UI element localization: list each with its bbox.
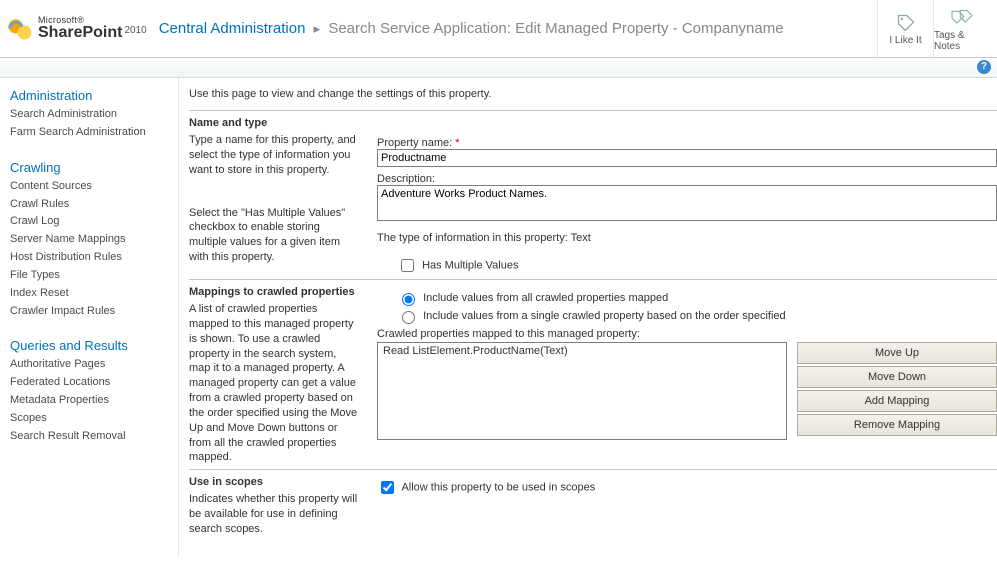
nav-link-content-sources[interactable]: Content Sources — [10, 179, 170, 194]
tags-icon — [949, 8, 975, 28]
nav-link-metadata-properties[interactable]: Metadata Properties — [10, 393, 170, 408]
nav-link-search-result-removal[interactable]: Search Result Removal — [10, 429, 170, 444]
required-indicator: * — [455, 137, 459, 149]
breadcrumb-root-link[interactable]: Central Administration — [159, 20, 306, 37]
product-logo: Microsoft® SharePoint2010 — [6, 15, 147, 43]
crawled-list-label: Crawled properties mapped to this manage… — [377, 328, 997, 340]
form-body: Use this page to view and change the set… — [178, 78, 997, 557]
nav-link-crawler-impact-rules[interactable]: Crawler Impact Rules — [10, 304, 170, 319]
nav-link-file-types[interactable]: File Types — [10, 268, 170, 283]
content-top-bar: ? — [0, 58, 997, 78]
nav-section-crawling[interactable]: Crawling — [10, 160, 170, 175]
scopes-heading: Use in scopes — [189, 476, 359, 488]
description-input[interactable] — [377, 185, 997, 221]
type-info-line: The type of information in this property… — [377, 232, 997, 244]
ribbon-header: Microsoft® SharePoint2010 Central Admini… — [0, 0, 997, 58]
move-up-button[interactable]: Move Up — [797, 342, 997, 364]
nav-link-crawl-log[interactable]: Crawl Log — [10, 214, 170, 229]
nav-link-authoritative-pages[interactable]: Authoritative Pages — [10, 357, 170, 372]
section-scopes: Use in scopes Indicates whether this pro… — [189, 469, 997, 537]
name-type-desc1: Type a name for this property, and selec… — [189, 133, 359, 178]
sharepoint-icon — [6, 15, 34, 43]
radio-include-all-label: Include values from all crawled properti… — [423, 292, 668, 304]
product-year: 2010 — [124, 25, 146, 36]
has-multiple-values-label: Has Multiple Values — [422, 259, 518, 271]
section-name-type: Name and type Type a name for this prope… — [189, 110, 997, 275]
like-label: I Like It — [889, 35, 921, 46]
allow-scopes-checkbox[interactable] — [381, 481, 394, 494]
nav-link-index-reset[interactable]: Index Reset — [10, 286, 170, 301]
nav-link-crawl-rules[interactable]: Crawl Rules — [10, 197, 170, 212]
remove-mapping-button[interactable]: Remove Mapping — [797, 414, 997, 436]
breadcrumb-sep-icon: ▸ — [314, 21, 321, 36]
radio-include-single-label: Include values from a single crawled pro… — [423, 310, 786, 322]
breadcrumb-current: Search Service Application: Edit Managed… — [328, 20, 783, 37]
mappings-heading: Mappings to crawled properties — [189, 286, 359, 298]
crawled-properties-listbox[interactable]: Read ListElement.ProductName(Text) — [377, 342, 787, 440]
section-mappings: Mappings to crawled properties A list of… — [189, 279, 997, 465]
allow-scopes-label: Allow this property to be used in scopes — [401, 482, 595, 494]
product-name: SharePoint — [38, 24, 122, 41]
mappings-desc: A list of crawled properties mapped to t… — [189, 302, 359, 465]
nav-link-scopes[interactable]: Scopes — [10, 411, 170, 426]
nav-link-host-distribution-rules[interactable]: Host Distribution Rules — [10, 250, 170, 265]
name-type-desc2: Select the "Has Multiple Values" checkbo… — [189, 206, 359, 265]
nav-section-administration[interactable]: Administration — [10, 88, 170, 103]
add-mapping-button[interactable]: Add Mapping — [797, 390, 997, 412]
tags-notes-button[interactable]: Tags & Notes — [933, 0, 989, 57]
nav-link-server-name-mappings[interactable]: Server Name Mappings — [10, 232, 170, 247]
list-item[interactable]: Read ListElement.ProductName(Text) — [382, 345, 782, 357]
breadcrumb: Central Administration ▸ Search Service … — [159, 20, 784, 37]
move-down-button[interactable]: Move Down — [797, 366, 997, 388]
left-nav: Administration Search Administration Far… — [0, 78, 178, 557]
name-type-heading: Name and type — [189, 117, 359, 129]
property-name-label: Property name: — [377, 137, 452, 149]
nav-link-search-administration[interactable]: Search Administration — [10, 107, 170, 122]
has-multiple-values-checkbox[interactable] — [401, 259, 414, 272]
nav-link-farm-search-administration[interactable]: Farm Search Administration — [10, 125, 170, 140]
tag-icon — [895, 13, 917, 33]
help-icon[interactable]: ? — [977, 60, 991, 74]
scopes-desc: Indicates whether this property will be … — [189, 492, 359, 537]
tags-notes-label: Tags & Notes — [934, 30, 989, 52]
nav-link-federated-locations[interactable]: Federated Locations — [10, 375, 170, 390]
like-button[interactable]: I Like It — [877, 0, 933, 57]
description-label: Description: — [377, 173, 435, 185]
property-name-input[interactable] — [377, 149, 997, 167]
nav-section-queries-results[interactable]: Queries and Results — [10, 338, 170, 353]
radio-include-all[interactable] — [402, 293, 415, 306]
radio-include-single[interactable] — [402, 311, 415, 324]
page-description: Use this page to view and change the set… — [189, 88, 997, 100]
